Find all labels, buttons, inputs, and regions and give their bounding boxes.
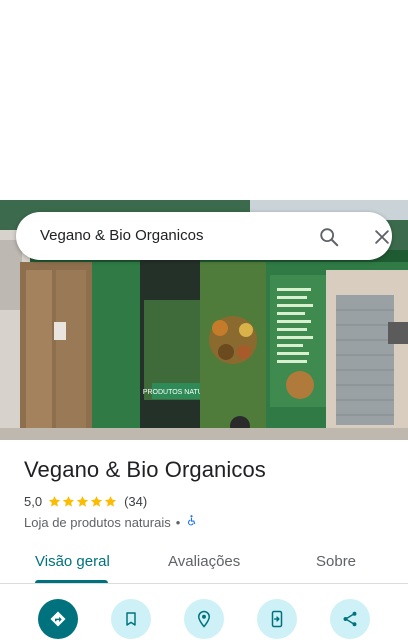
bookmark-icon [126, 612, 136, 626]
save-button[interactable] [111, 599, 151, 639]
search-query[interactable]: Vegano & Bio Organicos [40, 227, 203, 244]
nearby-icon [197, 610, 211, 628]
send-to-phone-icon [271, 610, 283, 628]
search-icon[interactable] [316, 224, 342, 250]
directions-button[interactable] [38, 599, 78, 639]
category-row: Loja de produtos naturais • [24, 513, 198, 531]
active-tab-indicator [35, 580, 108, 583]
review-count[interactable]: (34) [124, 494, 147, 509]
place-title: Vegano & Bio Organicos [24, 457, 266, 482]
place-tabs: Visão geral Avaliações Sobre [0, 540, 408, 584]
tab-overview[interactable]: Visão geral [35, 553, 110, 570]
share-icon [343, 611, 357, 627]
share-button[interactable] [330, 599, 370, 639]
nearby-button[interactable] [184, 599, 224, 639]
rating-value: 5,0 [24, 493, 43, 509]
map-area-blank [0, 0, 408, 200]
directions-icon [50, 611, 66, 627]
star-icon [104, 495, 117, 507]
separator-dot: • [175, 514, 181, 530]
star-icon [76, 495, 89, 507]
rating-row[interactable]: 5,0 (34) [24, 492, 147, 510]
search-bar[interactable]: Vegano & Bio Organicos [16, 212, 392, 260]
rating-stars [48, 495, 118, 508]
place-category: Loja de produtos naturais [24, 514, 171, 530]
star-icon [90, 495, 103, 507]
close-icon[interactable] [369, 224, 395, 250]
tab-about[interactable]: Sobre [316, 553, 356, 570]
star-icon [48, 495, 61, 507]
tab-reviews[interactable]: Avaliações [168, 553, 240, 570]
wheelchair-accessible-icon [185, 514, 198, 530]
star-icon [62, 495, 75, 507]
send-to-phone-button[interactable] [257, 599, 297, 639]
